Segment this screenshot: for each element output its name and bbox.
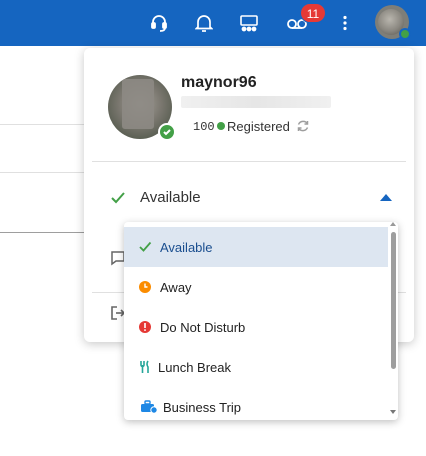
registration-dot: [217, 122, 225, 130]
status-option-business-trip[interactable]: Business Trip: [124, 387, 388, 420]
scroll-down-arrow-icon[interactable]: [390, 410, 396, 414]
presence-dot: [399, 28, 411, 40]
avatar-image: [122, 79, 154, 129]
status-option-label: Available: [160, 239, 213, 255]
scrollbar-thumb[interactable]: [391, 232, 396, 369]
presence-check-icon: [158, 123, 176, 141]
background-divider: [0, 232, 84, 233]
background-divider: [0, 172, 84, 173]
utensils-icon: [138, 360, 152, 374]
clock-icon: [138, 280, 152, 294]
voicemail-count-badge: 11: [300, 3, 326, 23]
status-dropdown: Available Away Do Not Disturb Lunch Brea…: [124, 222, 398, 420]
caret-up-icon: [380, 194, 392, 201]
status-option-lunch-break[interactable]: Lunch Break: [124, 347, 388, 387]
status-option-label: Do Not Disturb: [160, 319, 246, 335]
briefcase-icon: [140, 400, 158, 414]
profile-username: maynor96: [181, 74, 257, 91]
bell-icon[interactable]: [190, 9, 218, 37]
registration-status: Registered: [227, 119, 290, 134]
status-option-label: Away: [160, 279, 192, 295]
scroll-up-arrow-icon[interactable]: [390, 222, 396, 226]
user-avatar-button[interactable]: [375, 5, 411, 40]
dropdown-scrollbar[interactable]: [388, 222, 398, 420]
profile-avatar: [108, 75, 176, 141]
meeting-room-icon[interactable]: [235, 9, 263, 37]
more-vert-icon[interactable]: [331, 9, 359, 37]
background-divider: [0, 124, 84, 125]
profile-extension: 100: [193, 120, 215, 134]
card-divider: [92, 161, 406, 162]
status-option-label: Business Trip: [163, 399, 242, 415]
status-option-label: Lunch Break: [158, 359, 231, 375]
refresh-icon[interactable]: [296, 119, 310, 133]
top-app-bar: 11: [0, 0, 426, 46]
profile-email-redacted: [181, 96, 331, 108]
current-status-label: Available: [140, 189, 201, 206]
check-icon: [138, 240, 152, 254]
headset-icon[interactable]: [145, 9, 173, 37]
status-option-available[interactable]: Available: [124, 227, 388, 267]
status-option-away[interactable]: Away: [124, 267, 388, 307]
status-selector[interactable]: Available: [84, 183, 414, 213]
check-icon: [110, 191, 126, 210]
status-option-do-not-disturb[interactable]: Do Not Disturb: [124, 307, 388, 347]
dnd-icon: [138, 320, 152, 334]
